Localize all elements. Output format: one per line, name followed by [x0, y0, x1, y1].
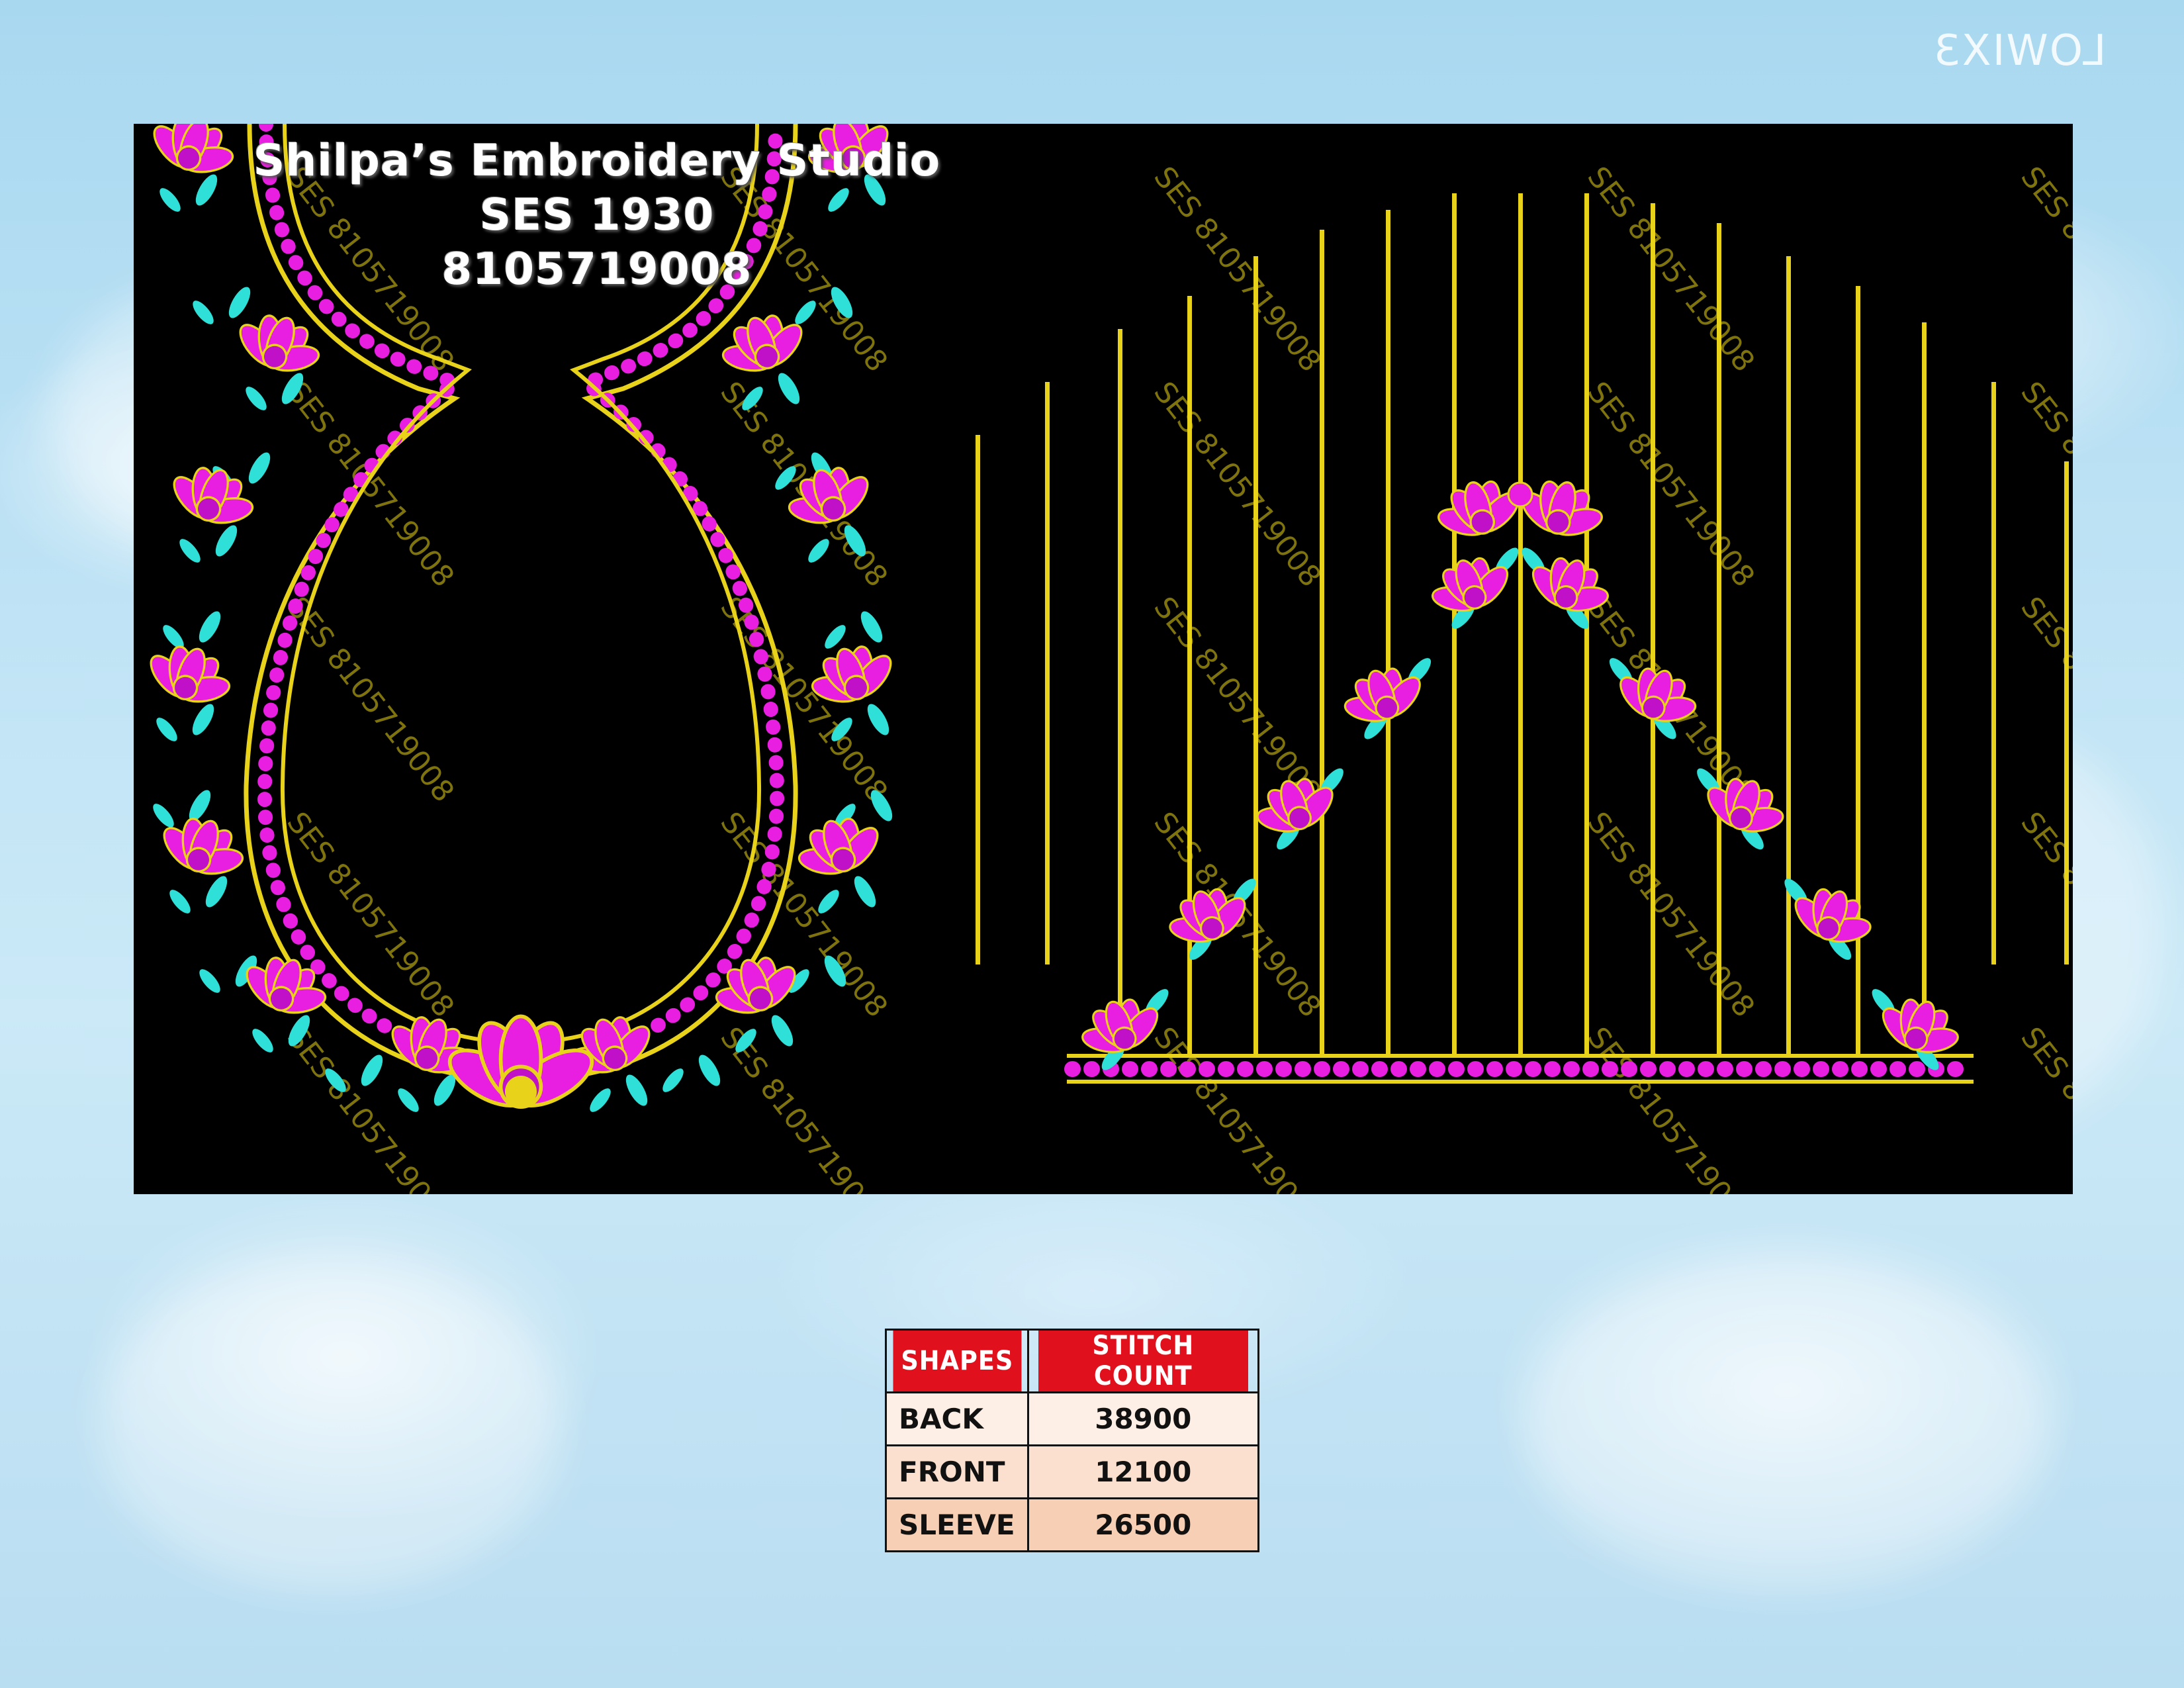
- watermark-text: SES 8105719008: [1580, 160, 1761, 378]
- embroidery-flower: [1437, 480, 1520, 536]
- gold-stripe: [976, 435, 980, 964]
- embroidery-leaf: [818, 890, 839, 914]
- table-row: SLEEVE 26500: [885, 1497, 1260, 1552]
- watermark-text: SES 8105719008: [1147, 375, 1328, 593]
- embroidery-flower: [173, 467, 254, 524]
- embroidery-leaf: [252, 1029, 273, 1053]
- embroidery-design-panel: SES 8105719008 SES 8105719008 SES 81057190…: [134, 124, 2073, 1194]
- shape-name: FRONT: [885, 1444, 1029, 1499]
- apex-bud: [1507, 481, 1533, 508]
- gold-stripe: [1253, 256, 1258, 1054]
- corner-logo: LOWIX3: [1933, 26, 2107, 75]
- watermark-text: SES 8105719008: [1580, 375, 1761, 593]
- watermark-text: SES 8105719008: [1147, 590, 1328, 808]
- watermark-text: SES 8105719008: [280, 590, 461, 808]
- embroidery-leaf: [169, 890, 191, 914]
- studio-phone: 8105719008: [441, 244, 752, 295]
- watermark-text: SES 8105719008: [2014, 160, 2073, 378]
- embroidery-leaf: [195, 174, 218, 206]
- embroidery-flower: [153, 124, 234, 173]
- embroidery-flower: [239, 314, 320, 372]
- embroidery-leaf: [205, 876, 228, 908]
- embroidery-leaf: [625, 1074, 648, 1106]
- gold-stripe: [1518, 193, 1523, 1054]
- embroidery-leaf: [179, 539, 201, 563]
- stitch-count-table: SHAPES STITCH COUNT BACK 38900 FRONT 121…: [885, 1329, 1260, 1552]
- table-header-row: SHAPES STITCH COUNT: [886, 1329, 1259, 1393]
- watermark-text: SES 8105719008: [2014, 375, 2073, 593]
- embroidery-leaf: [248, 452, 271, 484]
- center-motif: [505, 1076, 537, 1107]
- gold-stripe: [1386, 210, 1390, 1054]
- embroidery-leaf: [778, 373, 800, 404]
- embroidery-leaf: [867, 704, 889, 735]
- studio-title-block: Shilpa’s Embroidery Studio SES 1930 8105…: [233, 134, 961, 297]
- embroidery-leaf: [854, 876, 876, 908]
- header-shapes: SHAPES: [890, 1329, 1023, 1393]
- embroidery-leaf: [193, 301, 214, 324]
- shape-name: BACK: [885, 1391, 1029, 1446]
- embroidery-leaf: [159, 188, 181, 212]
- watermark-text: SES 8105719008: [1580, 806, 1761, 1023]
- embroidery-leaf: [199, 969, 220, 993]
- stitch-count-value: 12100: [1026, 1444, 1260, 1499]
- embroidery-leaf: [246, 387, 267, 410]
- stitch-count-table-container: SHAPES STITCH COUNT BACK 38900 FRONT 121…: [885, 1329, 1260, 1552]
- header-stitch-count: STITCH COUNT: [1036, 1329, 1250, 1393]
- embroidery-leaf: [215, 525, 238, 557]
- background-petal: [99, 1258, 563, 1589]
- watermark-text: SES 8105719008: [2014, 1021, 2073, 1194]
- gold-stripe: [1786, 256, 1791, 1054]
- watermark-text: SES 8105719008: [1147, 1021, 1328, 1194]
- watermark-text: SES 8105719008: [2014, 806, 2073, 1023]
- gold-stripe: [1320, 230, 1324, 1054]
- shape-name: SLEEVE: [885, 1497, 1029, 1552]
- background-petal: [1522, 1258, 2052, 1589]
- table-row: BACK 38900: [885, 1391, 1260, 1446]
- studio-code: SES 1930: [479, 189, 715, 240]
- embroidery-leaf: [199, 611, 221, 643]
- embroidery-leaf: [825, 625, 846, 649]
- embroidery-leaf: [398, 1088, 419, 1112]
- embroidery-leaf: [698, 1055, 721, 1086]
- embroidery-leaf: [860, 611, 883, 643]
- embroidery-leaf: [192, 704, 214, 735]
- embroidery-leaf: [153, 804, 174, 827]
- embroidery-leaf: [771, 1015, 794, 1047]
- gold-stripe: [1118, 329, 1122, 1054]
- gold-stripe: [1717, 223, 1721, 1054]
- gold-stripe: [1651, 203, 1655, 1054]
- embroidery-leaf: [808, 539, 829, 563]
- embroidery-leaf: [795, 301, 816, 324]
- embroidery-leaf: [156, 718, 177, 741]
- sleeve-stripes: [976, 193, 2069, 1054]
- embroidery-leaf: [662, 1068, 684, 1092]
- embroidery-flower: [1520, 480, 1603, 536]
- embroidery-leaf: [361, 1055, 383, 1086]
- watermark-text: SES 8105719008: [1147, 160, 1328, 378]
- gold-stripe: [1922, 322, 1927, 1054]
- watermark-text: SES 8105719008: [2014, 590, 2073, 808]
- stitch-count-value: 26500: [1026, 1497, 1260, 1552]
- gold-stripe: [1991, 382, 1996, 964]
- studio-name: Shilpa’s Embroidery Studio: [253, 135, 941, 186]
- stitch-count-value: 38900: [1026, 1391, 1260, 1446]
- gold-stripe: [2064, 461, 2069, 964]
- table-row: FRONT 12100: [885, 1444, 1260, 1499]
- gold-stripe: [1045, 382, 1050, 964]
- embroidery-leaf: [590, 1088, 611, 1112]
- watermark-text: SES 8105719008: [1580, 1021, 1761, 1194]
- embroidery-flower: [150, 645, 231, 703]
